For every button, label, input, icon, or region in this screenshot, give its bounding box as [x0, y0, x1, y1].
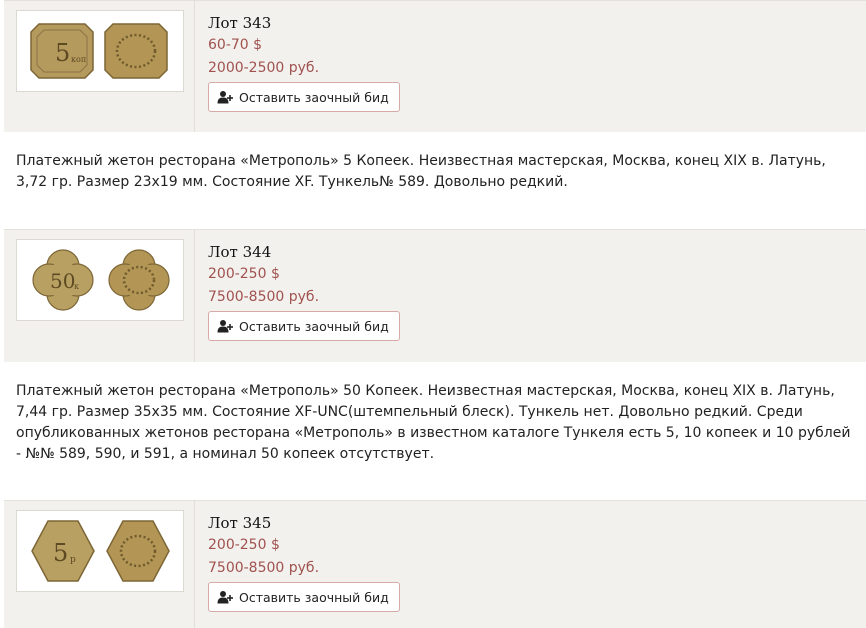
obverse-mark: 5 — [55, 39, 70, 67]
obverse-mark: 5 — [53, 539, 68, 567]
add-user-icon — [217, 91, 233, 104]
absentee-bid-button[interactable]: Оставить заочный бид — [208, 82, 400, 112]
price-usd: 60-70 $ — [208, 37, 263, 53]
lot-image[interactable]: 5 р — [16, 510, 184, 592]
lot-description: Платежный жетон ресторана «Метрополь» 5 … — [16, 153, 826, 190]
lot-image[interactable]: 5 коп — [16, 10, 184, 92]
obverse-mark: 50 — [50, 269, 75, 293]
lot-description-block: Платежный жетон ресторана «Метрополь» 50… — [4, 362, 866, 499]
lot-row: 5 коп Лот 343 60-70 $ 2000-2500 руб. Ост… — [4, 0, 866, 133]
bid-button-label: Оставить заочный бид — [239, 318, 389, 334]
absentee-bid-button[interactable]: Оставить заочный бид — [208, 311, 400, 341]
price-usd: 200-250 $ — [208, 266, 280, 282]
lot-row: 50 к Лот 344 200-250 $ 7500-8500 руб. Ос… — [4, 229, 866, 363]
lot-title: Лот 343 — [208, 14, 272, 32]
price-rub: 7500-8500 руб. — [208, 560, 320, 576]
lot-title: Лот 345 — [208, 514, 272, 532]
obverse-sub: р — [70, 555, 76, 565]
coin-photo: 5 р — [31, 520, 170, 582]
obverse-sub: коп — [71, 55, 86, 64]
lot-description-block: Платежный жетон ресторана «Метрополь» 5 … — [4, 132, 866, 228]
obverse-sub: к — [74, 282, 79, 291]
price-rub: 7500-8500 руб. — [208, 289, 320, 305]
bid-button-label: Оставить заочный бид — [239, 89, 389, 105]
lot-image-cell: 5 коп — [4, 1, 195, 132]
lot-description: Платежный жетон ресторана «Метрополь» 50… — [16, 383, 851, 462]
lot-image-cell: 5 р — [4, 501, 195, 628]
lot-image[interactable]: 50 к — [16, 239, 184, 321]
coin-photo: 50 к — [32, 249, 170, 311]
price-usd: 200-250 $ — [208, 537, 280, 553]
lot-list: 5 коп Лот 343 60-70 $ 2000-2500 руб. Ост… — [0, 0, 866, 628]
bid-button-label: Оставить заочный бид — [239, 589, 389, 605]
lot-title: Лот 344 — [208, 243, 272, 261]
add-user-icon — [217, 591, 233, 604]
coin-photo: 5 коп — [30, 23, 168, 79]
absentee-bid-button[interactable]: Оставить заочный бид — [208, 582, 400, 612]
price-rub: 2000-2500 руб. — [208, 60, 320, 76]
add-user-icon — [217, 320, 233, 333]
lot-image-cell: 50 к — [4, 230, 195, 362]
lot-row: 5 р Лот 345 200-250 $ 7500-8500 руб. Ост… — [4, 500, 866, 628]
